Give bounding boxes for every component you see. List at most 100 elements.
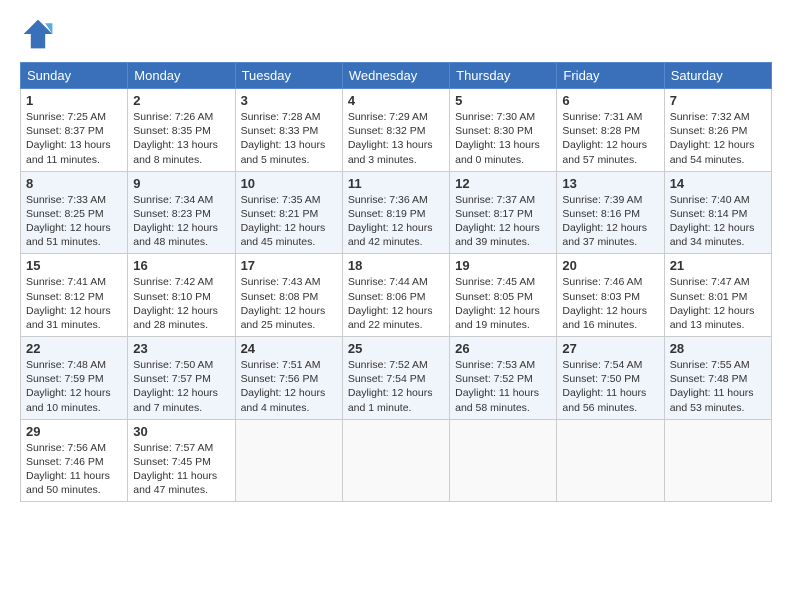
day-info: Sunrise: 7:54 AMSunset: 7:50 PMDaylight:… [562,359,646,414]
day-number: 26 [455,341,551,356]
day-number: 4 [348,93,444,108]
day-number: 21 [670,258,766,273]
day-number: 14 [670,176,766,191]
weekday-header: Wednesday [342,63,449,89]
day-info: Sunrise: 7:39 AMSunset: 8:16 PMDaylight:… [562,194,647,249]
day-info: Sunrise: 7:36 AMSunset: 8:19 PMDaylight:… [348,194,433,249]
calendar-day-cell: 27 Sunrise: 7:54 AMSunset: 7:50 PMDayligh… [557,337,664,420]
day-number: 29 [26,424,122,439]
day-number: 18 [348,258,444,273]
calendar-day-cell: 18Sunrise: 7:44 AMSunset: 8:06 PMDayligh… [342,254,449,337]
calendar-day-cell: 1 Sunrise: 7:25 AMSunset: 8:37 PMDaylight… [21,89,128,172]
calendar-day-cell: 23 Sunrise: 7:50 AMSunset: 7:57 PMDayligh… [128,337,235,420]
weekday-header: Monday [128,63,235,89]
day-number: 24 [241,341,337,356]
calendar-day-cell: 13 Sunrise: 7:39 AMSunset: 8:16 PMDayligh… [557,171,664,254]
day-number: 7 [670,93,766,108]
calendar-day-cell: 4 Sunrise: 7:29 AMSunset: 8:32 PMDaylight… [342,89,449,172]
day-info: Sunrise: 7:25 AMSunset: 8:37 PMDaylight:… [26,111,111,166]
calendar-day-cell: 11 Sunrise: 7:36 AMSunset: 8:19 PMDayligh… [342,171,449,254]
calendar-day-cell: 2Sunrise: 7:26 AMSunset: 8:35 PMDaylight… [128,89,235,172]
day-number: 1 [26,93,122,108]
calendar-week-row: 1 Sunrise: 7:25 AMSunset: 8:37 PMDaylight… [21,89,772,172]
calendar-day-cell: 29Sunrise: 7:56 AMSunset: 7:46 PMDayligh… [21,419,128,502]
day-number: 3 [241,93,337,108]
day-info: Sunrise: 7:28 AMSunset: 8:33 PMDaylight:… [241,111,326,166]
page: SundayMondayTuesdayWednesdayThursdayFrid… [0,0,792,512]
day-info: Sunrise: 7:31 AMSunset: 8:28 PMDaylight:… [562,111,647,166]
logo-icon [20,16,56,52]
day-info: Sunrise: 7:37 AMSunset: 8:17 PMDaylight:… [455,194,540,249]
weekday-header: Sunday [21,63,128,89]
day-info: Sunrise: 7:32 AMSunset: 8:26 PMDaylight:… [670,111,755,166]
day-info: Sunrise: 7:29 AMSunset: 8:32 PMDaylight:… [348,111,433,166]
calendar-day-cell: 22 Sunrise: 7:48 AMSunset: 7:59 PMDayligh… [21,337,128,420]
day-info: Sunrise: 7:45 AMSunset: 8:05 PMDaylight:… [455,276,540,331]
day-info: Sunrise: 7:50 AMSunset: 7:57 PMDaylight:… [133,359,218,414]
calendar-day-cell: 8 Sunrise: 7:33 AMSunset: 8:25 PMDaylight… [21,171,128,254]
calendar-week-row: 29Sunrise: 7:56 AMSunset: 7:46 PMDayligh… [21,419,772,502]
day-info: Sunrise: 7:48 AMSunset: 7:59 PMDaylight:… [26,359,111,414]
header-row: SundayMondayTuesdayWednesdayThursdayFrid… [21,63,772,89]
calendar-day-cell [450,419,557,502]
day-info: Sunrise: 7:55 AMSunset: 7:48 PMDaylight:… [670,359,754,414]
calendar-day-cell: 7 Sunrise: 7:32 AMSunset: 8:26 PMDaylight… [664,89,771,172]
day-info: Sunrise: 7:34 AMSunset: 8:23 PMDaylight:… [133,194,218,249]
day-info: Sunrise: 7:40 AMSunset: 8:14 PMDaylight:… [670,194,755,249]
calendar-day-cell: 10Sunrise: 7:35 AMSunset: 8:21 PMDayligh… [235,171,342,254]
day-number: 30 [133,424,229,439]
day-info: Sunrise: 7:43 AMSunset: 8:08 PMDaylight:… [241,276,326,331]
day-number: 28 [670,341,766,356]
day-info: Sunrise: 7:57 AMSunset: 7:45 PMDaylight:… [133,442,217,497]
day-info: Sunrise: 7:53 AMSunset: 7:52 PMDaylight:… [455,359,539,414]
calendar-day-cell [342,419,449,502]
calendar-day-cell: 24 Sunrise: 7:51 AMSunset: 7:56 PMDayligh… [235,337,342,420]
calendar-week-row: 8 Sunrise: 7:33 AMSunset: 8:25 PMDaylight… [21,171,772,254]
day-number: 20 [562,258,658,273]
day-number: 5 [455,93,551,108]
calendar-day-cell [557,419,664,502]
day-number: 27 [562,341,658,356]
calendar-day-cell [664,419,771,502]
calendar-day-cell: 30 Sunrise: 7:57 AMSunset: 7:45 PMDayligh… [128,419,235,502]
day-number: 15 [26,258,122,273]
calendar-week-row: 22 Sunrise: 7:48 AMSunset: 7:59 PMDayligh… [21,337,772,420]
day-info: Sunrise: 7:51 AMSunset: 7:56 PMDaylight:… [241,359,326,414]
day-number: 23 [133,341,229,356]
day-number: 6 [562,93,658,108]
calendar-day-cell: 19 Sunrise: 7:45 AMSunset: 8:05 PMDayligh… [450,254,557,337]
day-number: 10 [241,176,337,191]
calendar-day-cell: 25Sunrise: 7:52 AMSunset: 7:54 PMDayligh… [342,337,449,420]
day-info: Sunrise: 7:47 AMSunset: 8:01 PMDaylight:… [670,276,755,331]
logo [20,16,60,52]
day-number: 17 [241,258,337,273]
calendar-day-cell: 5 Sunrise: 7:30 AMSunset: 8:30 PMDaylight… [450,89,557,172]
calendar-week-row: 15 Sunrise: 7:41 AMSunset: 8:12 PMDayligh… [21,254,772,337]
calendar-day-cell: 20 Sunrise: 7:46 AMSunset: 8:03 PMDayligh… [557,254,664,337]
weekday-header: Friday [557,63,664,89]
header [20,16,772,52]
calendar-day-cell: 21 Sunrise: 7:47 AMSunset: 8:01 PMDayligh… [664,254,771,337]
calendar-day-cell [235,419,342,502]
calendar-day-cell: 9 Sunrise: 7:34 AMSunset: 8:23 PMDaylight… [128,171,235,254]
day-info: Sunrise: 7:33 AMSunset: 8:25 PMDaylight:… [26,194,111,249]
day-number: 8 [26,176,122,191]
day-number: 22 [26,341,122,356]
calendar-day-cell: 17 Sunrise: 7:43 AMSunset: 8:08 PMDayligh… [235,254,342,337]
day-info: Sunrise: 7:30 AMSunset: 8:30 PMDaylight:… [455,111,540,166]
day-number: 11 [348,176,444,191]
calendar-day-cell: 3 Sunrise: 7:28 AMSunset: 8:33 PMDaylight… [235,89,342,172]
day-number: 19 [455,258,551,273]
day-number: 13 [562,176,658,191]
day-info: Sunrise: 7:41 AMSunset: 8:12 PMDaylight:… [26,276,111,331]
day-number: 25 [348,341,444,356]
day-number: 16 [133,258,229,273]
weekday-header: Tuesday [235,63,342,89]
calendar-table: SundayMondayTuesdayWednesdayThursdayFrid… [20,62,772,502]
day-number: 12 [455,176,551,191]
calendar-day-cell: 6 Sunrise: 7:31 AMSunset: 8:28 PMDaylight… [557,89,664,172]
day-info: Sunrise: 7:26 AMSunset: 8:35 PMDaylight:… [133,111,218,166]
weekday-header: Saturday [664,63,771,89]
day-info: Sunrise: 7:46 AMSunset: 8:03 PMDaylight:… [562,276,647,331]
day-number: 9 [133,176,229,191]
